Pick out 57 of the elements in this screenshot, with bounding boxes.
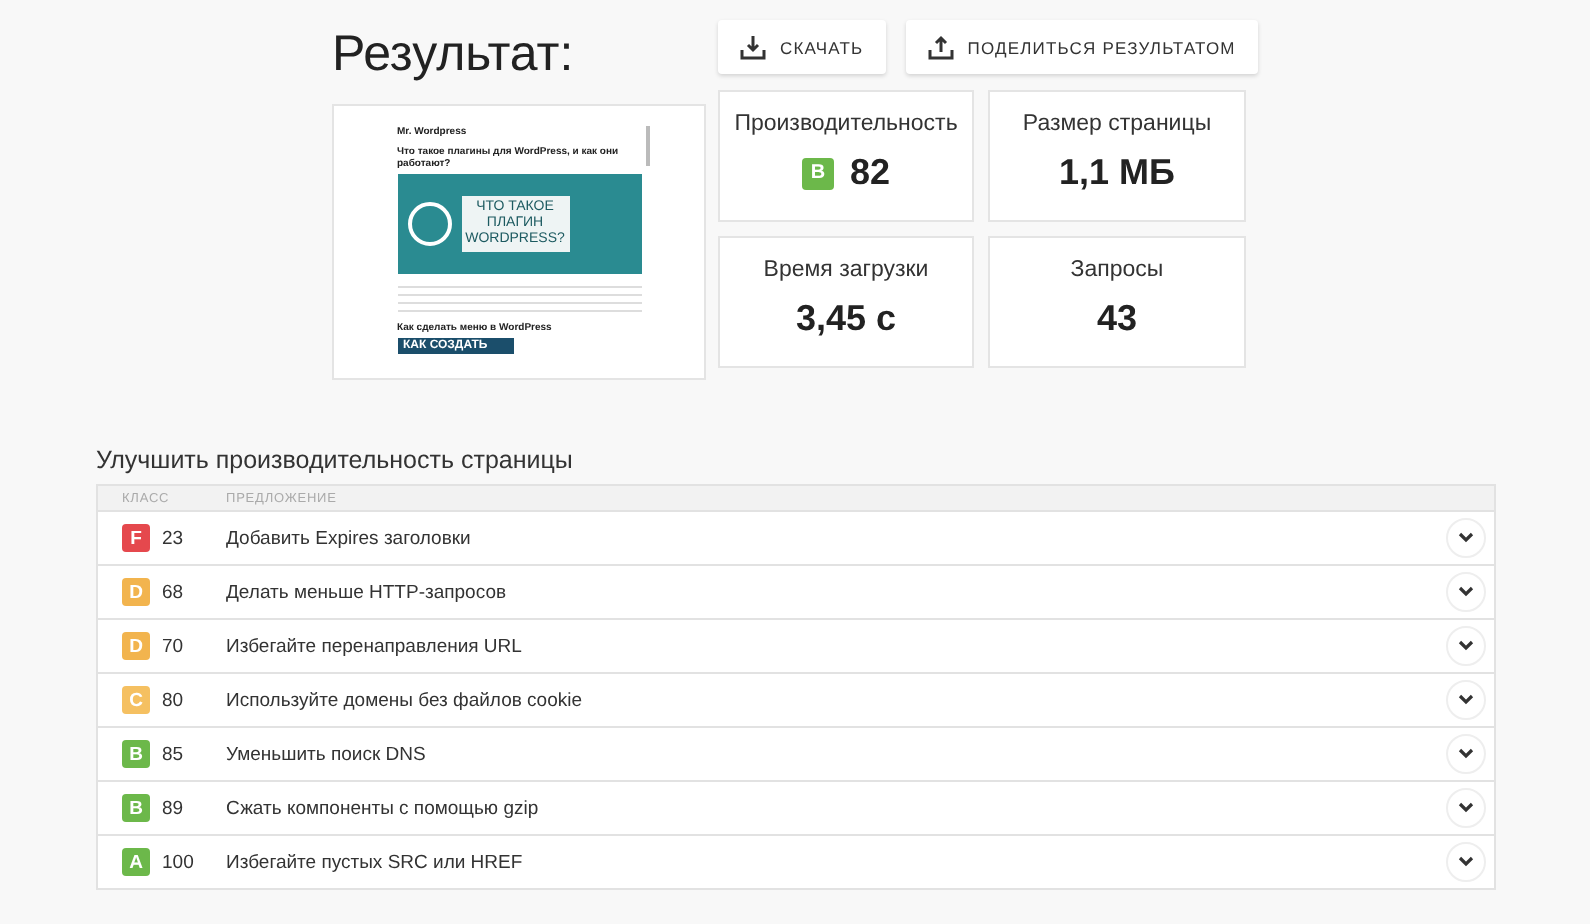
chevron-icon [1458, 532, 1474, 544]
grade-badge: F [122, 524, 150, 552]
download-icon [740, 34, 766, 60]
share-button[interactable]: ПОДЕЛИТЬСЯ РЕЗУЛЬТАТОМ [905, 20, 1258, 74]
suggestion-text: Делать меньше HTTP-запросов [226, 581, 509, 603]
score-value: 85 [162, 743, 186, 765]
suggestion-text: Используйте домены без файлов cookie [226, 689, 585, 711]
expand-button[interactable] [1446, 626, 1486, 666]
chevron-icon [1458, 856, 1474, 868]
suggestion-row[interactable]: F 23 Добавить Expires заголовки [98, 510, 1494, 564]
expand-button[interactable] [1446, 680, 1486, 720]
metric-label: Время загрузки [763, 258, 929, 282]
score-value: 100 [162, 851, 196, 873]
grade-badge: A [122, 848, 150, 876]
score-value: 70 [162, 635, 186, 657]
suggestion-row[interactable]: C 80 Используйте домены без файлов cookie [98, 672, 1494, 726]
grade-badge: D [122, 578, 150, 606]
score-value: 80 [162, 689, 186, 711]
expand-button[interactable] [1446, 518, 1486, 558]
grade-badge: B [801, 157, 834, 189]
suggestion-text: Сжать компоненты с помощью gzip [226, 797, 541, 819]
download-button[interactable]: СКАЧАТЬ [718, 20, 886, 74]
chevron-icon [1458, 748, 1474, 760]
score-value: 68 [162, 581, 186, 603]
suggestion-text: Уменьшить поиск DNS [226, 743, 428, 765]
metric-value: 1,1 МБ [1059, 152, 1175, 194]
suggestion-row[interactable]: D 70 Избегайте перенаправления URL [98, 618, 1494, 672]
score-value: 89 [162, 797, 186, 819]
suggestion-row[interactable]: A 100 Избегайте пустых SRC или HREF [98, 834, 1494, 888]
chevron-icon [1458, 586, 1474, 598]
metric-label: Размер страницы [1022, 112, 1212, 136]
suggestion-text: Избегайте перенаправления URL [226, 635, 524, 657]
chevron-icon [1458, 694, 1474, 706]
score-value: 23 [162, 527, 186, 549]
upload-icon [927, 34, 954, 60]
metric-value: 82 [849, 152, 891, 194]
suggestion-row[interactable]: D 68 Делать меньше HTTP-запросов [98, 564, 1494, 618]
expand-button[interactable] [1446, 572, 1486, 612]
suggestion-text: Избегайте пустых SRC или HREF [226, 851, 525, 873]
metric-value: 43 [1096, 298, 1138, 340]
chevron-icon [1458, 802, 1474, 814]
chevron-icon [1458, 640, 1474, 652]
result-title: Результат: [332, 28, 576, 80]
grade-badge: B [122, 794, 150, 822]
grade-badge: B [122, 740, 150, 768]
grade-badge: D [122, 632, 150, 660]
suggestion-text: Добавить Expires заголовки [226, 527, 473, 549]
grade-badge: C [122, 686, 150, 714]
metric-label: Запросы [1070, 258, 1164, 282]
expand-button[interactable] [1446, 734, 1486, 774]
suggestion-row[interactable]: B 89 Сжать компоненты с помощью gzip [98, 780, 1494, 834]
section-title: Улучшить производительность страницы [96, 446, 575, 474]
expand-button[interactable] [1446, 842, 1486, 882]
suggestion-row[interactable]: B 85 Уменьшить поиск DNS [98, 726, 1494, 780]
metric-label: Производительность [734, 112, 958, 136]
expand-button[interactable] [1446, 788, 1486, 828]
metric-value: 3,45 с [795, 298, 897, 340]
